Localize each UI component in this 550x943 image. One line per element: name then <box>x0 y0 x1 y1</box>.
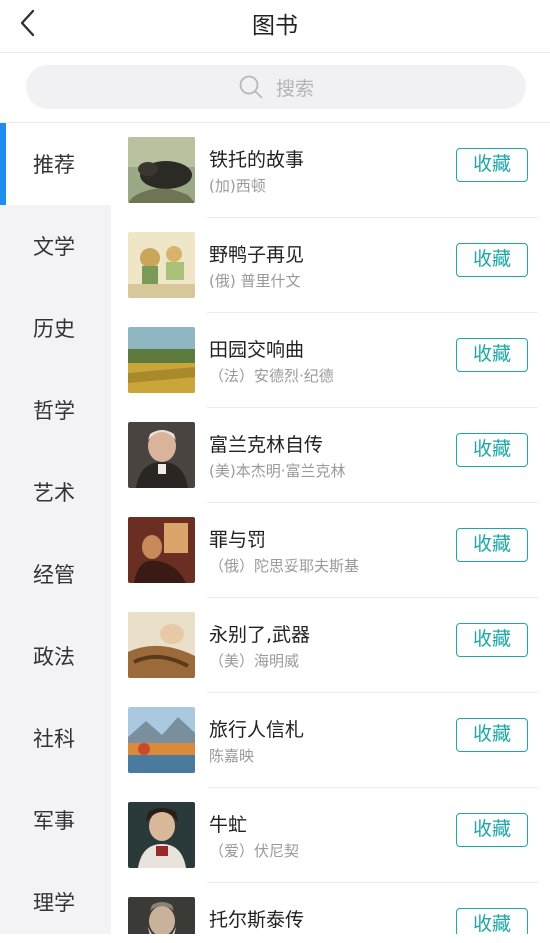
book-title: 田园交响曲 <box>209 339 305 361</box>
sidebar-item-management[interactable]: 经管 <box>0 533 111 615</box>
sidebar-item-label: 哲学 <box>33 399 75 423</box>
book-title: 旅行人信札 <box>209 719 305 741</box>
search-input[interactable]: 搜索 <box>26 65 526 109</box>
book-cover-image <box>128 612 195 678</box>
header-bar: 图书 <box>0 0 550 46</box>
book-cover-image <box>128 707 195 773</box>
book-title: 永别了,武器 <box>209 624 311 646</box>
book-cover-image <box>128 422 195 488</box>
list-item[interactable]: 旅行人信札 陈嘉映 收藏 <box>111 693 550 788</box>
list-item[interactable]: 铁托的故事 (加)西顿 收藏 <box>111 123 550 218</box>
sidebar-item-label: 政法 <box>33 645 75 669</box>
book-author: （爱）伏尼契 <box>209 842 300 860</box>
book-title: 野鸭子再见 <box>209 244 305 266</box>
sidebar-item-label: 军事 <box>33 809 75 833</box>
sidebar-item-social-science[interactable]: 社科 <box>0 697 111 779</box>
page-title: 图书 <box>252 13 298 39</box>
book-cover-image <box>128 232 195 298</box>
book-cover-image <box>128 517 195 583</box>
search-placeholder: 搜索 <box>275 77 314 100</box>
sidebar-item-law[interactable]: 政法 <box>0 615 111 697</box>
book-title: 牛虻 <box>209 814 248 836</box>
favorite-button[interactable]: 收藏 <box>456 813 528 847</box>
favorite-button[interactable]: 收藏 <box>456 148 528 182</box>
favorite-button[interactable]: 收藏 <box>456 433 528 467</box>
book-author: （美）海明威 <box>209 652 300 670</box>
favorite-button[interactable]: 收藏 <box>456 243 528 277</box>
book-author: （俄）陀思妥耶夫斯基 <box>209 557 360 575</box>
sidebar-item-military[interactable]: 军事 <box>0 779 111 861</box>
list-item[interactable]: 永别了,武器 （美）海明威 收藏 <box>111 598 550 693</box>
sidebar-item-label: 理学 <box>33 891 75 915</box>
favorite-button[interactable]: 收藏 <box>456 528 528 562</box>
sidebar-item-label: 经管 <box>33 563 75 587</box>
list-item[interactable]: 托尔斯泰传 收藏 <box>111 883 550 934</box>
sidebar-item-science[interactable]: 理学 <box>0 861 111 943</box>
sidebar-item-label: 社科 <box>33 727 75 751</box>
list-item[interactable]: 野鸭子再见 (俄) 普里什文 收藏 <box>111 218 550 313</box>
active-indicator <box>0 123 6 205</box>
book-cover-image <box>128 327 195 393</box>
search-icon <box>239 75 263 99</box>
book-title: 罪与罚 <box>209 529 267 551</box>
sidebar-item-label: 推荐 <box>33 153 75 177</box>
list-item[interactable]: 富兰克林自传 (美)本杰明·富兰克林 收藏 <box>111 408 550 503</box>
favorite-button[interactable]: 收藏 <box>456 338 528 372</box>
favorite-button[interactable]: 收藏 <box>456 623 528 657</box>
book-title: 铁托的故事 <box>209 149 305 171</box>
book-author: (俄) 普里什文 <box>209 272 301 290</box>
book-author: (加)西顿 <box>209 177 266 195</box>
book-author: （法）安德烈·纪德 <box>209 367 334 385</box>
book-cover-image <box>128 897 195 934</box>
book-title: 富兰克林自传 <box>209 434 324 456</box>
book-title: 托尔斯泰传 <box>209 909 305 931</box>
book-cover-image <box>128 137 195 203</box>
sidebar-item-recommend[interactable]: 推荐 <box>0 123 111 205</box>
sidebar-item-art[interactable]: 艺术 <box>0 451 111 533</box>
favorite-button[interactable]: 收藏 <box>456 718 528 752</box>
sidebar-item-history[interactable]: 历史 <box>0 287 111 369</box>
sidebar-item-label: 艺术 <box>33 481 75 505</box>
favorite-button[interactable]: 收藏 <box>456 908 528 934</box>
search-area: 搜索 <box>0 53 550 123</box>
book-author: 陈嘉映 <box>209 747 255 765</box>
list-item[interactable]: 罪与罚 （俄）陀思妥耶夫斯基 收藏 <box>111 503 550 598</box>
list-item[interactable]: 田园交响曲 （法）安德烈·纪德 收藏 <box>111 313 550 408</box>
sidebar-item-label: 文学 <box>33 235 75 259</box>
book-list: 铁托的故事 (加)西顿 收藏 野鸭子再见 (俄) 普里什文 收藏 田园交响曲 （… <box>111 123 550 934</box>
sidebar-item-label: 历史 <box>33 317 75 341</box>
list-item[interactable]: 牛虻 （爱）伏尼契 收藏 <box>111 788 550 883</box>
category-sidebar: 推荐 文学 历史 哲学 艺术 经管 政法 社科 军事 理学 <box>0 123 111 934</box>
book-author: (美)本杰明·富兰克林 <box>209 462 346 480</box>
sidebar-item-philosophy[interactable]: 哲学 <box>0 369 111 451</box>
book-cover-image <box>128 802 195 868</box>
sidebar-item-literature[interactable]: 文学 <box>0 205 111 287</box>
